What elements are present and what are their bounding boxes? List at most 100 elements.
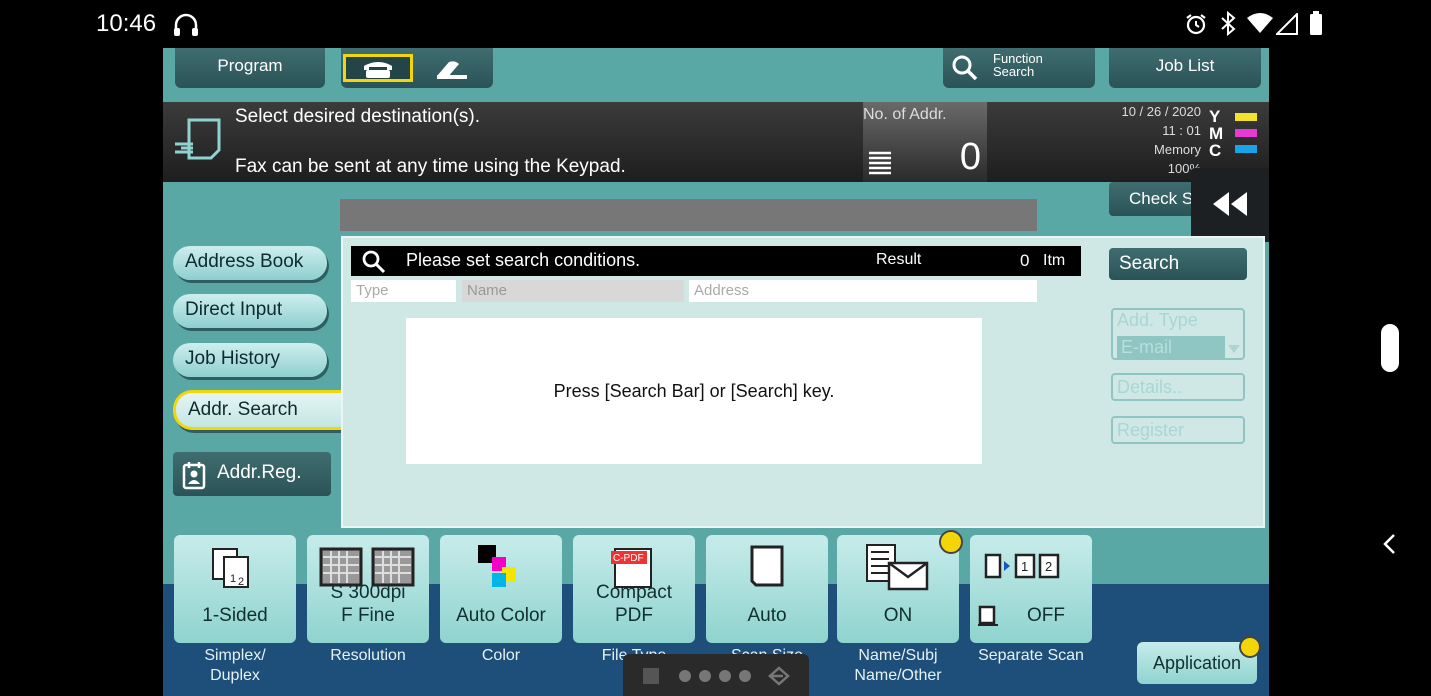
clock-device: 11 : 01 — [1162, 123, 1201, 138]
file-type-value-2: PDF — [615, 605, 653, 626]
separate-scan-value: OFF — [1027, 605, 1065, 626]
caption-simplex-2: Duplex — [210, 667, 260, 684]
toner-levels: Y M C — [1209, 108, 1223, 159]
datetime-memory: 10 / 26 / 2020 11 : 01 Memory 100% — [1113, 102, 1201, 178]
addr-count-label: No. of Addr. — [863, 106, 947, 123]
col-address-header[interactable]: Address — [689, 280, 1037, 302]
col-type-header[interactable]: Type — [351, 280, 456, 302]
collapse-panel-button[interactable] — [1191, 168, 1269, 242]
list-icon — [869, 151, 891, 175]
resolution-value-2: F Fine — [341, 605, 395, 626]
resolution-value-1: S 300dpi — [330, 582, 406, 603]
register-button[interactable]: Register — [1111, 416, 1245, 444]
toner-m: M — [1209, 124, 1224, 143]
page-dot-1 — [679, 670, 691, 682]
svg-text:2: 2 — [1045, 559, 1052, 574]
cpdf-icon-text: C-PDF — [613, 553, 644, 564]
status-bar: 10:46 — [0, 0, 1431, 48]
handset-mode-tab[interactable] — [425, 54, 489, 82]
memory-value: 100% — [1167, 161, 1201, 176]
caption-name-subject-1: Name/Subj — [858, 647, 938, 664]
toner-c: C — [1209, 141, 1222, 160]
color-tile[interactable]: Auto Color — [440, 535, 562, 643]
toner-cyan-bar — [1235, 145, 1257, 153]
simplex-duplex-tile[interactable]: 12 1-Sided — [174, 535, 296, 643]
result-label: Result — [876, 251, 922, 268]
file-type-tile[interactable]: C-PDF Compact PDF — [573, 535, 695, 643]
details-button[interactable]: Details.. — [1111, 373, 1245, 401]
add-type-value: E-mail — [1117, 336, 1225, 358]
svg-text:2: 2 — [238, 576, 244, 588]
search-icon — [362, 250, 386, 274]
svg-text:1: 1 — [1021, 559, 1028, 574]
caption-simplex: Simplex/Duplex — [170, 646, 300, 686]
result-count: 0 — [1020, 251, 1030, 270]
address-counter: No. of Addr. 0 — [863, 102, 987, 182]
application-indicator-dot — [1239, 636, 1261, 658]
separate-scan-icon: 12 — [984, 553, 1060, 579]
toner-y: Y — [1209, 107, 1221, 126]
next-page-icon[interactable] — [767, 664, 793, 688]
cell-signal-icon — [1276, 13, 1298, 35]
program-button[interactable]: Program — [175, 48, 325, 88]
fax-mode-tab[interactable] — [343, 54, 413, 82]
add-type-select[interactable]: Add. Type E-mail — [1111, 308, 1245, 360]
wifi-icon — [1247, 13, 1273, 33]
small-document-icon — [978, 605, 998, 626]
simplex-value: 1-Sided — [202, 605, 268, 626]
telephone-icon — [364, 62, 392, 78]
name-subject-tile[interactable]: ON — [837, 535, 959, 643]
addr-count: 0 — [959, 136, 981, 178]
page-square-icon — [643, 668, 659, 684]
message-bar: Select desired destination(s). Fax can b… — [163, 102, 1269, 182]
name-subject-value: ON — [883, 605, 913, 626]
scan-size-value: Auto — [747, 605, 787, 626]
caption-resolution: Resolution — [330, 647, 406, 664]
memory-label: Memory — [1154, 142, 1201, 157]
search-button[interactable]: Search — [1109, 248, 1247, 280]
double-left-arrow-icon — [1213, 192, 1247, 216]
clock: 10:46 — [96, 10, 157, 37]
mode-tabs — [341, 48, 493, 88]
file-type-value: Compact PDF — [573, 581, 695, 627]
search-hint: Press [Search Bar] or [Search] key. — [406, 318, 982, 464]
sidebar-item-address-book[interactable]: Address Book — [173, 246, 327, 280]
message-line-2: Fax can be sent at any time using the Ke… — [235, 156, 626, 177]
search-conditions-bar[interactable]: Please set search conditions. Result 0 I… — [351, 246, 1081, 276]
file-type-value-1: Compact — [595, 582, 673, 603]
address-register-icon — [182, 462, 206, 490]
date: 10 / 26 / 2020 — [1121, 104, 1201, 119]
separate-scan-tile[interactable]: 12 OFF — [970, 535, 1092, 643]
chevron-down-icon — [1228, 345, 1240, 353]
message-line-1: Select desired destination(s). — [235, 106, 481, 127]
email-list-icon — [866, 544, 929, 591]
side-handle[interactable] — [1381, 324, 1399, 372]
addr-reg-label: Addr.Reg. — [217, 462, 302, 483]
addr-reg-button[interactable]: Addr.Reg. — [173, 452, 331, 496]
job-list-button[interactable]: Job List — [1109, 48, 1261, 88]
sidebar-item-addr-search[interactable]: Addr. Search — [173, 390, 353, 430]
scan-size-tile[interactable]: Auto — [706, 535, 828, 643]
page-dot-4 — [739, 670, 751, 682]
color-value: Auto Color — [456, 605, 546, 626]
caption-separate-scan: Separate Scan — [978, 647, 1084, 664]
color-icon — [478, 545, 516, 587]
function-search-button[interactable]: Function Search — [943, 48, 1095, 88]
search-prompt: Please set search conditions. — [406, 250, 641, 270]
sidebar-item-direct-input[interactable]: Direct Input — [173, 294, 327, 328]
add-type-label: Add. Type — [1117, 310, 1198, 330]
caption-name-subject-2: Name/Other — [854, 667, 942, 684]
page-indicator — [623, 654, 809, 696]
search-bar[interactable] — [340, 199, 1037, 231]
page-dot-2 — [699, 670, 711, 682]
fax-document-icon — [175, 118, 221, 160]
toner-magenta-bar — [1235, 129, 1257, 137]
col-name-header[interactable]: Name — [462, 280, 684, 302]
caption-simplex-1: Simplex/ — [204, 647, 266, 664]
toner-yellow-bar — [1235, 113, 1257, 121]
sidebar-item-job-history[interactable]: Job History — [173, 343, 327, 377]
indicator-dot — [939, 530, 963, 554]
alarm-icon — [1186, 14, 1206, 35]
resolution-tile[interactable]: S 300dpi F Fine — [307, 535, 429, 643]
back-chevron-icon[interactable] — [1380, 532, 1400, 556]
